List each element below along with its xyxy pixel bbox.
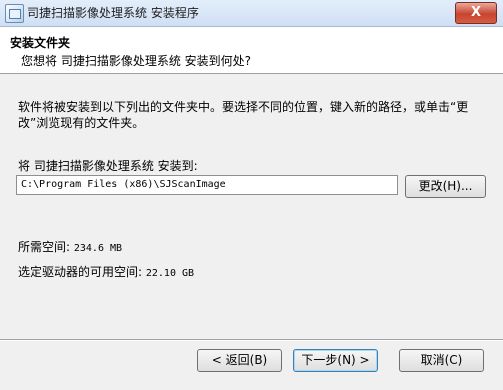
change-button[interactable]: 更改(H)... xyxy=(405,175,486,198)
footer-divider xyxy=(0,339,503,341)
space-available: 选定驱动器的可用空间: 22.10 GB xyxy=(18,263,194,280)
close-button[interactable]: X xyxy=(455,2,497,24)
space-available-label: 选定驱动器的可用空间: xyxy=(18,265,143,279)
space-required-value: 234.6 MB xyxy=(73,243,123,254)
wizard-header: 安装文件夹 您想将 司捷扫描影像处理系统 安装到何处? xyxy=(0,27,503,74)
header-title: 安装文件夹 xyxy=(10,36,71,50)
next-button[interactable]: 下一步(N) > xyxy=(293,349,378,372)
installer-icon xyxy=(5,4,24,23)
window-title: 司捷扫描影像处理系统 安装程序 xyxy=(27,6,199,20)
title-bar[interactable]: 司捷扫描影像处理系统 安装程序 X xyxy=(0,0,503,27)
install-path-label: 将 司捷扫描影像处理系统 安装到: xyxy=(18,159,198,173)
back-button[interactable]: < 返回(B) xyxy=(197,349,282,372)
cancel-button[interactable]: 取消(C) xyxy=(399,349,484,372)
description-text: 软件将被安装到以下列出的文件夹中。要选择不同的位置，键入新的路径，或单击“更改”… xyxy=(18,100,469,130)
space-required: 所需空间: 234.6 MB xyxy=(18,238,122,255)
install-path-field[interactable]: C:\Program Files (x86)\SJScanImage xyxy=(16,175,398,195)
space-available-value: 22.10 GB xyxy=(145,268,195,279)
space-required-label: 所需空间: xyxy=(18,240,71,254)
header-subtitle: 您想将 司捷扫描影像处理系统 安装到何处? xyxy=(21,54,251,68)
